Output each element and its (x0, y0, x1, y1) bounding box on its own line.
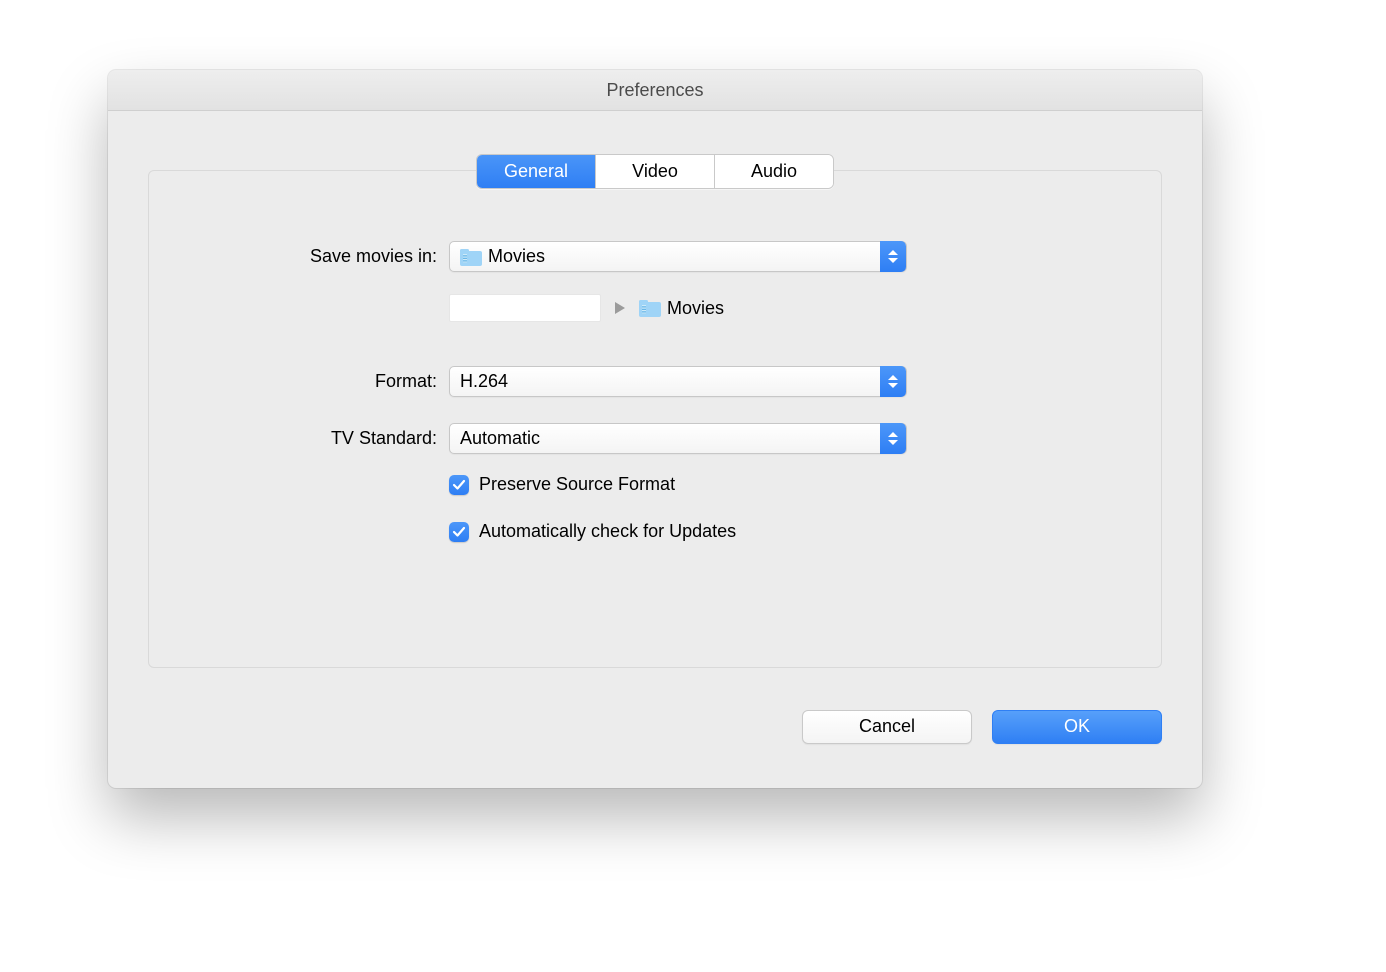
save-movies-value: Movies (488, 246, 906, 267)
path-display: Movies (449, 294, 907, 322)
check-icon (452, 525, 466, 539)
auto-update-label: Automatically check for Updates (479, 521, 736, 542)
movie-folder-icon (639, 299, 661, 317)
preserve-source-checkbox[interactable] (449, 475, 469, 495)
content-frame: Save movies in: Movies (148, 170, 1162, 668)
updown-arrows-icon (880, 241, 906, 272)
footer: Cancel OK (802, 710, 1162, 744)
auto-update-checkbox[interactable] (449, 522, 469, 542)
window-title: Preferences (108, 70, 1202, 111)
check-icon (452, 478, 466, 492)
auto-update-row[interactable]: Automatically check for Updates (449, 521, 907, 542)
preferences-window: Preferences General Video Audio Save mov… (108, 70, 1202, 788)
tv-standard-popup[interactable]: Automatic (449, 423, 907, 454)
cancel-button[interactable]: Cancel (802, 710, 972, 744)
format-label: Format: (149, 371, 449, 392)
updown-arrows-icon (880, 366, 906, 397)
path-item-movies[interactable]: Movies (639, 298, 724, 319)
tab-audio[interactable]: Audio (715, 155, 833, 188)
chevron-right-icon (615, 302, 625, 314)
tv-standard-value: Automatic (460, 428, 906, 449)
preserve-source-label: Preserve Source Format (479, 474, 675, 495)
tv-standard-label: TV Standard: (149, 428, 449, 449)
form: Save movies in: Movies (149, 241, 1161, 568)
tabs: General Video Audio (476, 154, 834, 189)
movie-folder-icon (460, 248, 482, 266)
updown-arrows-icon (880, 423, 906, 454)
tab-video[interactable]: Video (596, 155, 715, 188)
tab-general[interactable]: General (477, 155, 596, 188)
path-item-label: Movies (667, 298, 724, 319)
preserve-source-row[interactable]: Preserve Source Format (449, 474, 907, 495)
ok-button[interactable]: OK (992, 710, 1162, 744)
format-value: H.264 (460, 371, 906, 392)
format-popup[interactable]: H.264 (449, 366, 907, 397)
save-movies-label: Save movies in: (149, 246, 449, 267)
path-blank-segment (449, 294, 601, 322)
save-movies-popup[interactable]: Movies (449, 241, 907, 272)
